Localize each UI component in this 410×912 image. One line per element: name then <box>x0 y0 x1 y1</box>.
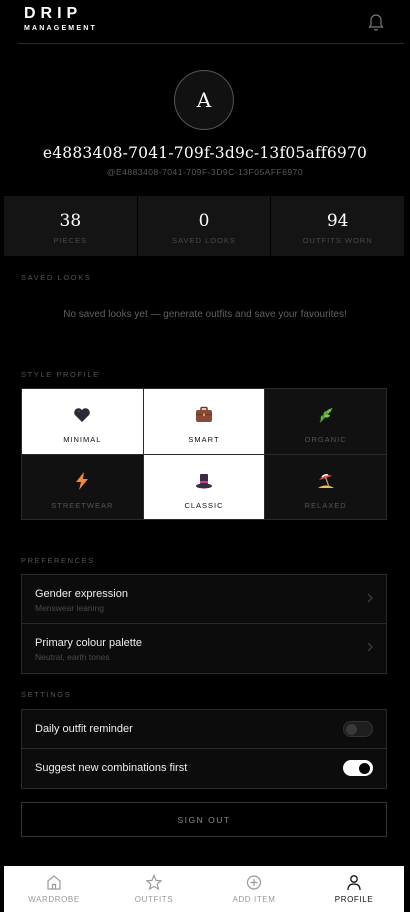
preferences-heading: PREFERENCES <box>21 556 95 565</box>
tab-label: PROFILE <box>334 895 374 904</box>
style-option-label: RELAXED <box>304 500 347 510</box>
style-option-streetwear[interactable]: STREETWEAR <box>22 454 143 519</box>
style-option-label: MINIMAL <box>63 435 102 444</box>
stat-saved-looks: 0 SAVED LOOKS <box>137 196 271 256</box>
style-option-label: STREETWEAR <box>51 500 114 510</box>
chevron-right-icon <box>367 642 373 652</box>
setting-daily-reminder: Daily outfit reminder <box>22 710 386 749</box>
preference-title: Primary colour palette <box>35 637 142 649</box>
style-profile-grid: MINIMAL SMART ORGANIC STREETWEAR CLASSIC… <box>21 388 387 520</box>
settings-heading: SETTINGS <box>21 690 72 699</box>
preference-title: Gender expression <box>35 588 128 600</box>
bottom-tab-bar: WARDROBE OUTFITS ADD ITEM PROFILE <box>4 866 404 912</box>
app-header: DRIP MANAGEMENT <box>0 0 410 44</box>
black-heart-icon <box>74 408 91 422</box>
stat-label: SAVED LOOKS <box>172 236 236 245</box>
bell-icon[interactable] <box>367 11 385 31</box>
daily-reminder-toggle[interactable] <box>343 721 373 737</box>
stat-outfits-worn: 94 OUTFITS WORN <box>271 196 405 256</box>
preference-value: Menswear leaning <box>35 603 104 613</box>
tab-label: OUTFITS <box>134 895 174 904</box>
suggest-new-toggle[interactable] <box>343 760 373 776</box>
style-profile-heading: STYLE PROFILE <box>21 370 100 379</box>
plus-circle-icon <box>246 875 262 890</box>
tab-outfits[interactable]: OUTFITS <box>104 866 204 912</box>
saved-looks-empty-message: No saved looks yet — generate outfits an… <box>63 309 347 320</box>
header-divider <box>18 43 404 44</box>
briefcase-icon <box>195 406 212 422</box>
user-name: e4883408-7041-709f-3d9c-13f05aff6970 <box>42 144 368 162</box>
stat-pieces: 38 PIECES <box>4 196 137 256</box>
home-icon <box>47 875 61 890</box>
settings-list: Daily outfit reminder Suggest new combin… <box>21 709 387 789</box>
style-option-organic[interactable]: ORGANIC <box>265 389 386 454</box>
setting-suggest-new-first: Suggest new combinations first <box>22 749 386 788</box>
tab-profile[interactable]: PROFILE <box>304 866 404 912</box>
toggle-knob <box>359 762 370 774</box>
brand-title: DRIP <box>24 5 83 22</box>
stats-row: 38 PIECES 0 SAVED LOOKS 94 OUTFITS WORN <box>4 196 405 256</box>
user-icon <box>347 875 361 891</box>
style-option-label: SMART <box>188 435 220 444</box>
avatar[interactable]: A <box>174 70 234 130</box>
beach-umbrella-icon <box>317 473 334 488</box>
style-option-minimal[interactable]: MINIMAL <box>22 389 143 454</box>
herb-icon <box>319 407 333 423</box>
user-handle: @E4883408-7041-709F-3D9C-13F05AFF6970 <box>106 167 304 177</box>
style-option-classic[interactable]: CLASSIC <box>143 454 265 519</box>
preference-colour-palette[interactable]: Primary colour palette Neutral, earth to… <box>22 624 386 673</box>
tab-label: ADD ITEM <box>232 895 276 904</box>
style-option-relaxed[interactable]: RELAXED <box>265 454 386 519</box>
stat-label: PIECES <box>53 236 88 245</box>
brand-subtitle: MANAGEMENT <box>24 25 97 32</box>
preferences-list: Gender expression Menswear leaning Prima… <box>21 574 387 674</box>
stat-value: 94 <box>326 211 349 231</box>
tab-add-item[interactable]: ADD ITEM <box>204 866 304 912</box>
stat-label: OUTFITS WORN <box>302 236 373 245</box>
lightning-icon <box>76 471 89 490</box>
setting-label: Suggest new combinations first <box>35 762 188 774</box>
saved-looks-heading: SAVED LOOKS <box>21 273 92 282</box>
setting-label: Daily outfit reminder <box>35 723 133 735</box>
style-option-smart[interactable]: SMART <box>143 389 265 454</box>
sign-out-button[interactable]: SIGN OUT <box>21 802 387 837</box>
avatar-initial: A <box>196 88 212 112</box>
style-option-label: CLASSIC <box>184 500 224 510</box>
preference-value: Neutral, earth tones <box>35 652 110 662</box>
preference-gender-expression[interactable]: Gender expression Menswear leaning <box>22 575 386 624</box>
stat-value: 38 <box>59 211 82 231</box>
tab-wardrobe[interactable]: WARDROBE <box>4 866 104 912</box>
tab-label: WARDROBE <box>28 895 80 904</box>
stat-value: 0 <box>198 211 210 231</box>
chevron-right-icon <box>367 593 373 603</box>
top-hat-icon <box>195 473 212 488</box>
toggle-knob <box>346 724 357 735</box>
star-icon <box>146 874 162 891</box>
style-option-label: ORGANIC <box>304 435 347 444</box>
